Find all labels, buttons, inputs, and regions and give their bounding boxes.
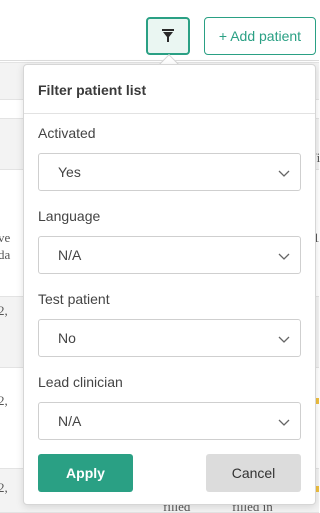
table-cell: 2, xyxy=(0,480,8,495)
language-value: N/A xyxy=(58,247,82,263)
table-cell: da xyxy=(0,247,11,262)
lead-clinician-select[interactable]: N/A xyxy=(38,402,301,440)
popover-title: Filter patient list xyxy=(38,82,147,98)
lead-clinician-label: Lead clinician xyxy=(38,374,123,390)
cancel-button[interactable]: Cancel xyxy=(206,454,301,492)
apply-button[interactable]: Apply xyxy=(38,454,133,492)
filter-popover: Filter patient list Activated Yes Langua… xyxy=(23,64,316,505)
filter-button[interactable] xyxy=(146,17,190,55)
add-patient-button[interactable]: + Add patient xyxy=(204,17,316,55)
chevron-down-icon xyxy=(278,336,290,343)
table-cell: 2, xyxy=(0,303,8,318)
language-label: Language xyxy=(38,208,101,224)
activated-select[interactable]: Yes xyxy=(38,153,301,191)
test-patient-value: No xyxy=(58,330,76,346)
chevron-down-icon xyxy=(278,419,290,426)
popover-divider xyxy=(24,113,315,114)
page-toolbar: + Add patient xyxy=(0,0,319,60)
lead-clinician-value: N/A xyxy=(58,413,82,429)
activated-value: Yes xyxy=(58,164,81,180)
filter-funnel-icon xyxy=(162,29,174,42)
chevron-down-icon xyxy=(278,253,290,260)
test-patient-label: Test patient xyxy=(38,291,110,307)
table-cell: 2, xyxy=(0,393,8,408)
test-patient-select[interactable]: No xyxy=(38,319,301,357)
chevron-down-icon xyxy=(278,170,290,177)
table-cell: ve xyxy=(0,230,11,245)
activated-label: Activated xyxy=(38,125,96,141)
table-divider xyxy=(0,60,319,61)
language-select[interactable]: N/A xyxy=(38,236,301,274)
add-patient-label: + Add patient xyxy=(218,28,302,44)
